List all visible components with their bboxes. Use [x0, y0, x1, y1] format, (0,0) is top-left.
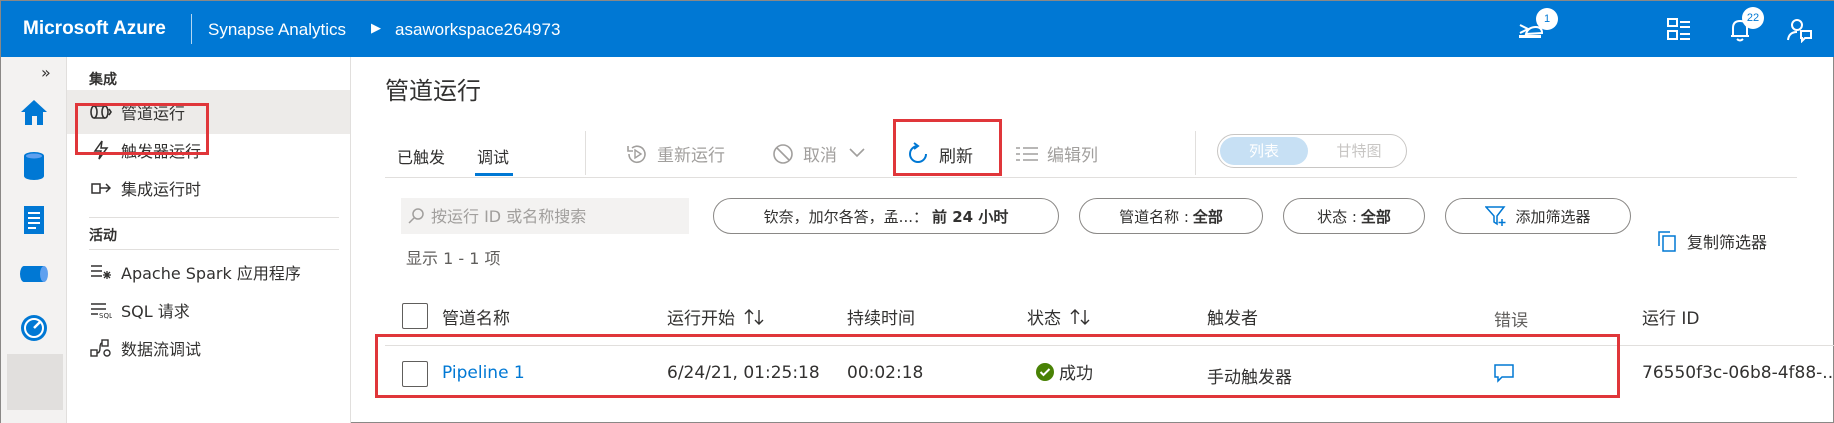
- view-toggle-gantt[interactable]: 甘特图: [1314, 137, 1404, 165]
- edit-columns-button[interactable]: 编辑列: [1015, 141, 1098, 166]
- feedback-icon[interactable]: [1785, 15, 1813, 44]
- nav-item-label: SQL 请求: [121, 302, 190, 321]
- rerun-label: 重新运行: [657, 146, 725, 166]
- tab-triggered[interactable]: 已触发: [397, 144, 445, 168]
- expand-rail-icon[interactable]: »: [41, 63, 51, 82]
- add-filter-label: 添加筛选器: [1515, 207, 1591, 226]
- top-bar-divider: [191, 14, 192, 44]
- select-all-checkbox[interactable]: [402, 303, 428, 329]
- breadcrumb-arrow-icon: ▶: [371, 21, 381, 36]
- nav-item-integration-runtimes[interactable]: 集成运行时: [67, 166, 350, 210]
- edit-columns-label: 编辑列: [1047, 146, 1098, 166]
- chevron-down-icon[interactable]: [849, 144, 865, 164]
- top-bar: Microsoft Azure Synapse Analytics ▶ asaw…: [1, 1, 1834, 57]
- time-range-filter[interactable]: 钦奈，加尔各答，孟... ： 前 24 小时: [713, 198, 1059, 234]
- data-flow-debug-icon: [89, 338, 113, 358]
- toolbar-bottom-divider: [385, 177, 1797, 178]
- column-header-error[interactable]: 错误: [1494, 306, 1528, 331]
- column-header-run-start[interactable]: 运行开始: [667, 304, 765, 329]
- brand-title[interactable]: Microsoft Azure: [23, 18, 166, 40]
- rerun-icon: [625, 142, 649, 166]
- pipeline-name-filter-value: 全部: [1192, 207, 1223, 226]
- cancel-icon: [771, 142, 795, 166]
- time-range-separator: ：: [912, 207, 928, 226]
- view-toggle-list[interactable]: 列表: [1220, 137, 1308, 165]
- sql-requests-icon: SQL: [89, 300, 113, 320]
- develop-icon[interactable]: [17, 203, 51, 237]
- status-filter-value: 全部: [1360, 207, 1391, 226]
- search-box[interactable]: [401, 198, 689, 234]
- status-filter-label: 状态 :: [1317, 207, 1357, 226]
- breadcrumb-service[interactable]: Synapse Analytics: [208, 20, 346, 40]
- page-title: 管道运行: [385, 77, 481, 105]
- sort-icon[interactable]: [1069, 308, 1091, 326]
- nav-item-label: 数据流调试: [121, 340, 202, 359]
- data-icon[interactable]: [17, 149, 51, 183]
- highlight-box-pipeline-runs: [75, 103, 209, 155]
- tab-selected-indicator: [475, 173, 513, 176]
- spark-apps-icon: [89, 262, 113, 282]
- home-icon[interactable]: [17, 95, 51, 129]
- search-input[interactable]: [431, 206, 681, 226]
- notification-count-badge: 22: [1742, 7, 1764, 29]
- nav-item-data-flow-debug[interactable]: 数据流调试: [67, 326, 350, 370]
- notification-badge: 1: [1536, 8, 1558, 30]
- nav-item-label: 集成运行时: [121, 180, 202, 199]
- toolbar-divider: [1195, 131, 1196, 175]
- add-filter-icon: [1485, 205, 1507, 227]
- column-header-triggered-by[interactable]: 触发者: [1207, 304, 1258, 329]
- cancel-label: 取消: [803, 146, 837, 166]
- integration-runtimes-icon: [89, 178, 113, 198]
- directory-filter-icon[interactable]: [1665, 15, 1693, 43]
- monitor-icon[interactable]: [17, 311, 51, 345]
- column-header-label: 运行开始: [667, 309, 735, 329]
- nav-item-label: Apache Spark 应用程序: [121, 264, 301, 283]
- tab-debug[interactable]: 调试: [477, 144, 509, 168]
- left-rail: »: [1, 57, 67, 423]
- run-id-cell: 76550f3c-06b8-4f88-...: [1642, 363, 1834, 383]
- result-count: 显示 1 - 1 项: [406, 249, 501, 268]
- toolbar-divider: [585, 131, 586, 175]
- copy-filter-label: 复制筛选器: [1687, 233, 1768, 252]
- integrate-icon[interactable]: [17, 257, 51, 291]
- highlight-box-pipeline-row: [375, 334, 1620, 398]
- sort-icon[interactable]: [743, 308, 765, 326]
- column-header-status[interactable]: 状态: [1027, 304, 1091, 329]
- rerun-button[interactable]: 重新运行: [625, 141, 725, 166]
- copy-icon: [1657, 230, 1677, 252]
- time-range-value: 前 24 小时: [932, 207, 1009, 226]
- column-header-label: 状态: [1027, 309, 1061, 329]
- column-header-duration[interactable]: 持续时间: [847, 304, 915, 329]
- pipeline-name-filter-label: 管道名称 :: [1119, 207, 1189, 226]
- timezone-label: 钦奈，加尔各答，孟...: [763, 207, 913, 226]
- cancel-button[interactable]: 取消: [771, 141, 865, 166]
- status-filter[interactable]: 状态 : 全部: [1283, 198, 1425, 234]
- column-header-pipeline-name[interactable]: 管道名称: [442, 304, 510, 329]
- edit-columns-icon: [1015, 144, 1039, 164]
- view-toggle[interactable]: 列表 甘特图: [1217, 134, 1407, 168]
- highlight-box-refresh: [893, 119, 1002, 176]
- nav-divider: [89, 217, 339, 218]
- copy-filter-button[interactable]: 复制筛选器: [1657, 229, 1767, 253]
- search-icon: [407, 207, 425, 225]
- add-filter-button[interactable]: 添加筛选器: [1445, 198, 1631, 234]
- nav-section-activities: 活动: [89, 228, 117, 244]
- nav-section-integration: 集成: [89, 72, 117, 88]
- pipeline-name-filter[interactable]: 管道名称 : 全部: [1079, 198, 1263, 234]
- column-header-run-id[interactable]: 运行 ID: [1642, 304, 1700, 329]
- svg-text:SQL: SQL: [99, 312, 112, 319]
- breadcrumb-workspace[interactable]: asaworkspace264973: [395, 20, 560, 40]
- rail-selection-highlight: [7, 354, 63, 410]
